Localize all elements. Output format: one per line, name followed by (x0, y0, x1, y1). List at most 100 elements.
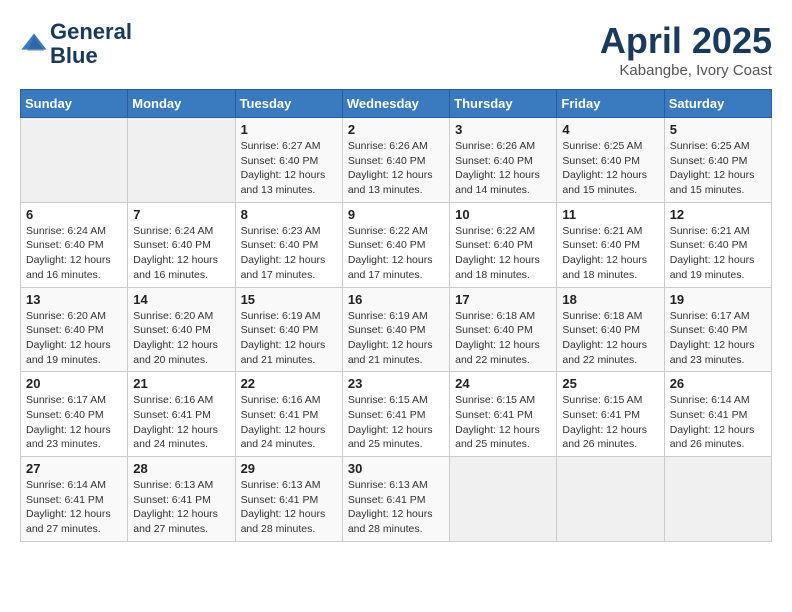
day-info: Sunrise: 6:19 AMSunset: 6:40 PMDaylight:… (348, 309, 444, 368)
day-number: 10 (455, 207, 551, 222)
day-info: Sunrise: 6:15 AMSunset: 6:41 PMDaylight:… (455, 393, 551, 452)
day-info: Sunrise: 6:25 AMSunset: 6:40 PMDaylight:… (562, 139, 658, 198)
day-number: 23 (348, 376, 444, 391)
calendar-cell: 4Sunrise: 6:25 AMSunset: 6:40 PMDaylight… (557, 118, 664, 203)
calendar-cell: 21 Sunrise: 6:16 AMSunset: 6:41 PMDayligh… (128, 372, 235, 457)
calendar-table: SundayMondayTuesdayWednesdayThursdayFrid… (20, 89, 772, 542)
calendar-cell: 22Sunrise: 6:16 AMSunset: 6:41 PMDayligh… (235, 372, 342, 457)
day-number: 17 (455, 292, 551, 307)
day-number: 11 (562, 207, 658, 222)
day-info: Sunrise: 6:14 AMSunset: 6:41 PMDaylight:… (26, 478, 122, 537)
calendar-cell: 9 Sunrise: 6:22 AMSunset: 6:40 PMDaylight… (342, 202, 449, 287)
calendar-cell: 26Sunrise: 6:14 AMSunset: 6:41 PMDayligh… (664, 372, 771, 457)
day-info: Sunrise: 6:13 AMSunset: 6:41 PMDaylight:… (241, 478, 337, 537)
day-number: 27 (26, 461, 122, 476)
day-info: Sunrise: 6:13 AMSunset: 6:41 PMDaylight:… (133, 478, 229, 537)
page-header: General Blue April 2025 Kabangbe, Ivory … (20, 20, 772, 79)
day-number: 30 (348, 461, 444, 476)
calendar-cell: 30 Sunrise: 6:13 AMSunset: 6:41 PMDayligh… (342, 457, 449, 542)
calendar-cell: 27 Sunrise: 6:14 AMSunset: 6:41 PMDayligh… (21, 457, 128, 542)
calendar-cell: 18 Sunrise: 6:18 AMSunset: 6:40 PMDayligh… (557, 287, 664, 372)
day-info: Sunrise: 6:27 AMSunset: 6:40 PMDaylight:… (241, 139, 337, 198)
calendar-week-4: 20Sunrise: 6:17 AMSunset: 6:40 PMDayligh… (21, 372, 772, 457)
day-info: Sunrise: 6:21 AMSunset: 6:40 PMDaylight:… (670, 224, 766, 283)
day-info: Sunrise: 6:16 AMSunset: 6:41 PMDaylight:… (133, 393, 229, 452)
day-number: 1 (241, 122, 337, 137)
day-number: 2 (348, 122, 444, 137)
calendar-cell: 28Sunrise: 6:13 AMSunset: 6:41 PMDayligh… (128, 457, 235, 542)
day-info: Sunrise: 6:25 AMSunset: 6:40 PMDaylight:… (670, 139, 766, 198)
calendar-cell: 12 Sunrise: 6:21 AMSunset: 6:40 PMDayligh… (664, 202, 771, 287)
title-block: April 2025 Kabangbe, Ivory Coast (600, 20, 772, 79)
day-info: Sunrise: 6:22 AMSunset: 6:40 PMDaylight:… (348, 224, 444, 283)
calendar-body: 1 Sunrise: 6:27 AMSunset: 6:40 PMDaylight… (21, 118, 772, 542)
day-of-week-friday: Friday (557, 90, 664, 118)
days-of-week-row: SundayMondayTuesdayWednesdayThursdayFrid… (21, 90, 772, 118)
calendar-cell: 15 Sunrise: 6:19 AMSunset: 6:40 PMDayligh… (235, 287, 342, 372)
logo-icon (20, 30, 48, 58)
day-of-week-wednesday: Wednesday (342, 90, 449, 118)
calendar-cell: 6Sunrise: 6:24 AMSunset: 6:40 PMDaylight… (21, 202, 128, 287)
day-number: 8 (241, 207, 337, 222)
calendar-subtitle: Kabangbe, Ivory Coast (600, 62, 772, 79)
calendar-cell: 5 Sunrise: 6:25 AMSunset: 6:40 PMDaylight… (664, 118, 771, 203)
calendar-cell (664, 457, 771, 542)
day-number: 26 (670, 376, 766, 391)
calendar-cell (557, 457, 664, 542)
logo-text: General Blue (50, 20, 132, 68)
day-info: Sunrise: 6:22 AMSunset: 6:40 PMDaylight:… (455, 224, 551, 283)
day-number: 21 (133, 376, 229, 391)
day-number: 18 (562, 292, 658, 307)
day-of-week-tuesday: Tuesday (235, 90, 342, 118)
calendar-cell: 25Sunrise: 6:15 AMSunset: 6:41 PMDayligh… (557, 372, 664, 457)
calendar-cell: 23 Sunrise: 6:15 AMSunset: 6:41 PMDayligh… (342, 372, 449, 457)
day-number: 20 (26, 376, 122, 391)
day-info: Sunrise: 6:17 AMSunset: 6:40 PMDaylight:… (670, 309, 766, 368)
day-info: Sunrise: 6:24 AMSunset: 6:40 PMDaylight:… (133, 224, 229, 283)
calendar-cell: 11 Sunrise: 6:21 AMSunset: 6:40 PMDayligh… (557, 202, 664, 287)
day-number: 16 (348, 292, 444, 307)
day-number: 5 (670, 122, 766, 137)
day-info: Sunrise: 6:24 AMSunset: 6:40 PMDaylight:… (26, 224, 122, 283)
calendar-cell: 1 Sunrise: 6:27 AMSunset: 6:40 PMDaylight… (235, 118, 342, 203)
calendar-cell: 16 Sunrise: 6:19 AMSunset: 6:40 PMDayligh… (342, 287, 449, 372)
day-info: Sunrise: 6:23 AMSunset: 6:40 PMDaylight:… (241, 224, 337, 283)
calendar-title: April 2025 (600, 20, 772, 62)
calendar-cell: 2 Sunrise: 6:26 AMSunset: 6:40 PMDaylight… (342, 118, 449, 203)
day-number: 13 (26, 292, 122, 307)
logo: General Blue (20, 20, 132, 68)
calendar-cell: 8 Sunrise: 6:23 AMSunset: 6:40 PMDaylight… (235, 202, 342, 287)
day-info: Sunrise: 6:21 AMSunset: 6:40 PMDaylight:… (562, 224, 658, 283)
day-info: Sunrise: 6:16 AMSunset: 6:41 PMDaylight:… (241, 393, 337, 452)
day-info: Sunrise: 6:19 AMSunset: 6:40 PMDaylight:… (241, 309, 337, 368)
day-info: Sunrise: 6:18 AMSunset: 6:40 PMDaylight:… (562, 309, 658, 368)
day-of-week-saturday: Saturday (664, 90, 771, 118)
day-number: 9 (348, 207, 444, 222)
day-number: 15 (241, 292, 337, 307)
day-info: Sunrise: 6:13 AMSunset: 6:41 PMDaylight:… (348, 478, 444, 537)
calendar-cell: 13Sunrise: 6:20 AMSunset: 6:40 PMDayligh… (21, 287, 128, 372)
day-number: 24 (455, 376, 551, 391)
day-info: Sunrise: 6:20 AMSunset: 6:40 PMDaylight:… (133, 309, 229, 368)
day-info: Sunrise: 6:26 AMSunset: 6:40 PMDaylight:… (348, 139, 444, 198)
calendar-cell: 10 Sunrise: 6:22 AMSunset: 6:40 PMDayligh… (450, 202, 557, 287)
calendar-cell (21, 118, 128, 203)
day-number: 19 (670, 292, 766, 307)
calendar-cell (128, 118, 235, 203)
calendar-header: SundayMondayTuesdayWednesdayThursdayFrid… (21, 90, 772, 118)
day-info: Sunrise: 6:18 AMSunset: 6:40 PMDaylight:… (455, 309, 551, 368)
calendar-cell: 7Sunrise: 6:24 AMSunset: 6:40 PMDaylight… (128, 202, 235, 287)
day-number: 14 (133, 292, 229, 307)
day-info: Sunrise: 6:15 AMSunset: 6:41 PMDaylight:… (562, 393, 658, 452)
day-of-week-sunday: Sunday (21, 90, 128, 118)
calendar-cell: 14 Sunrise: 6:20 AMSunset: 6:40 PMDayligh… (128, 287, 235, 372)
day-of-week-thursday: Thursday (450, 90, 557, 118)
day-info: Sunrise: 6:15 AMSunset: 6:41 PMDaylight:… (348, 393, 444, 452)
day-number: 12 (670, 207, 766, 222)
day-number: 3 (455, 122, 551, 137)
calendar-cell: 29Sunrise: 6:13 AMSunset: 6:41 PMDayligh… (235, 457, 342, 542)
calendar-cell: 20Sunrise: 6:17 AMSunset: 6:40 PMDayligh… (21, 372, 128, 457)
calendar-week-3: 13 Sunrise: 6:20 AMSunset: 6:40 PMDayligh… (21, 287, 772, 372)
day-of-week-monday: Monday (128, 90, 235, 118)
calendar-cell: 3Sunrise: 6:26 AMSunset: 6:40 PMDaylight… (450, 118, 557, 203)
